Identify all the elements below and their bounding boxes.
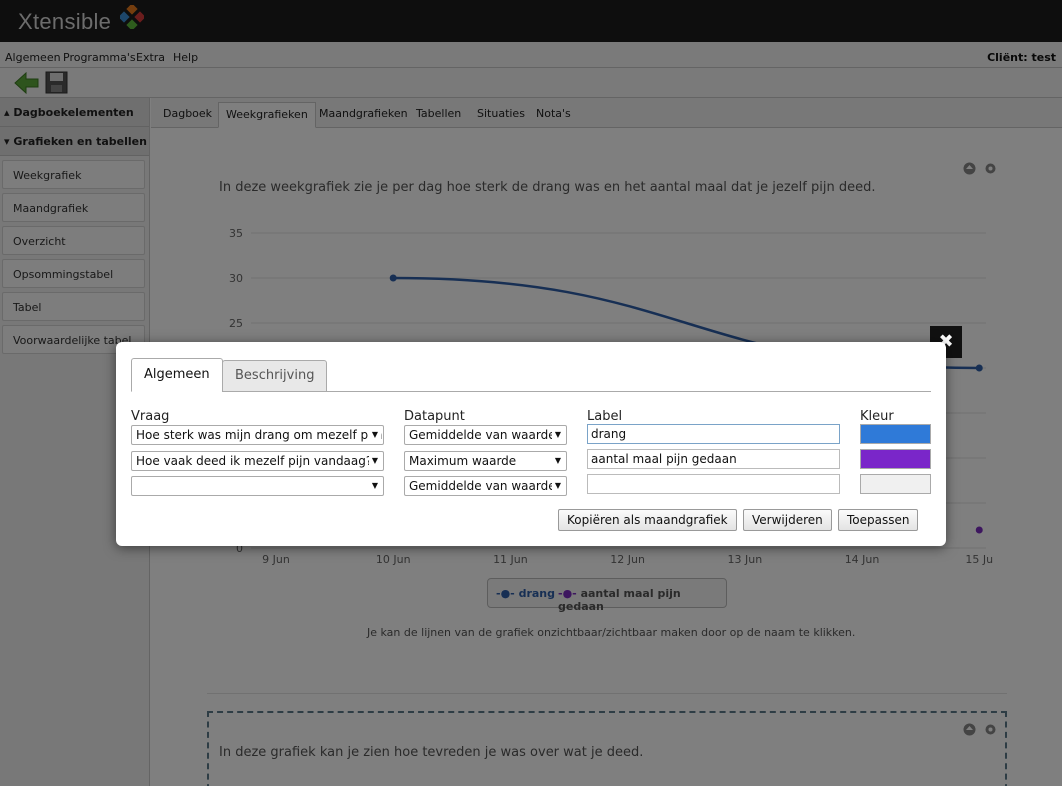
column-header-kleur: Kleur [860, 409, 894, 424]
datapunt-select[interactable]: Gemiddelde van waarden ▼ [404, 476, 567, 496]
chevron-down-icon: ▼ [552, 477, 564, 495]
color-swatch[interactable] [860, 449, 931, 469]
select-value: Hoe sterk was mijn drang om mezelf pijn [136, 428, 383, 442]
select-value: Hoe vaak deed ik mezelf pijn vandaag? ( [136, 454, 381, 468]
label-input[interactable] [587, 474, 840, 494]
vraag-select[interactable]: Hoe vaak deed ik mezelf pijn vandaag? (▼ [131, 451, 384, 471]
chevron-down-icon: ▼ [552, 452, 564, 470]
column-header-label: Label [587, 409, 623, 424]
color-swatch[interactable] [860, 474, 931, 494]
chevron-down-icon: ▼ [369, 477, 381, 495]
datapunt-select[interactable]: Gemiddelde van waarden ▼ [404, 425, 567, 445]
chevron-down-icon: ▼ [369, 452, 381, 470]
column-header-datapunt: Datapunt [404, 409, 465, 424]
column-header-vraag: Vraag [131, 409, 170, 424]
label-input[interactable]: drang [587, 424, 840, 444]
select-value: Gemiddelde van waarden [409, 428, 564, 442]
dialog-tab-beschrijving[interactable]: Beschrijving [222, 360, 328, 392]
vraag-select[interactable]: Hoe sterk was mijn drang om mezelf pijn ▼ [131, 425, 384, 445]
label-input[interactable]: aantal maal pijn gedaan [587, 449, 840, 469]
datapunt-select[interactable]: Maximum waarde ▼ [404, 451, 567, 471]
chevron-down-icon: ▼ [552, 426, 564, 444]
apply-button[interactable]: Toepassen [838, 509, 919, 531]
color-swatch[interactable] [860, 424, 931, 444]
select-value: Maximum waarde [409, 454, 517, 468]
chart-settings-dialog: Algemeen Beschrijving Vraag Datapunt Lab… [116, 342, 946, 546]
delete-button[interactable]: Verwijderen [743, 509, 832, 531]
dialog-tab-algemeen[interactable]: Algemeen [131, 358, 223, 392]
select-value: Gemiddelde van waarden [409, 479, 564, 493]
vraag-select[interactable]: ▼ [131, 476, 384, 496]
chevron-down-icon: ▼ [369, 426, 381, 444]
dialog-tabs: Algemeen Beschrijving [131, 358, 931, 392]
copy-as-month-chart-button[interactable]: Kopiëren als maandgrafiek [558, 509, 737, 531]
